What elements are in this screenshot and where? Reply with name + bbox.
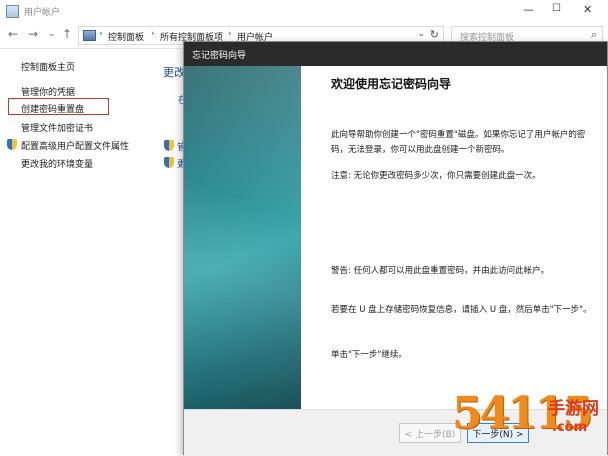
address-dropdown-icon[interactable]: ⌄ <box>417 29 425 39</box>
up-arrow-icon[interactable]: ↑ <box>62 27 72 41</box>
sidebar-item-environment-vars[interactable]: 更改我的环境变量 <box>21 157 93 170</box>
wizard-heading: 欢迎使用忘记密码向导 <box>331 77 452 91</box>
search-icon[interactable]: ⌕ <box>591 28 597 42</box>
forward-arrow-icon[interactable]: → <box>28 27 38 41</box>
uac-shield-icon <box>164 140 174 151</box>
site-watermark: 54115 手游网 .com <box>452 388 608 455</box>
control-panel-icon <box>6 5 19 18</box>
window-titlebar: 用户帐户 — ☐ ✕ <box>0 0 608 23</box>
watermark-site-name: 手游网 <box>548 399 599 419</box>
wizard-warning-text: 警告: 任何人都可以用此盘重置密码，并由此访问此帐户。 <box>331 266 550 276</box>
wizard-side-banner-sheen <box>184 66 301 409</box>
sidebar-item-control-panel-home[interactable]: 控制面板主页 <box>21 60 75 73</box>
uac-shield-icon <box>164 157 174 168</box>
refresh-icon[interactable]: ↻ <box>430 28 439 41</box>
watermark-url: .com <box>552 420 588 435</box>
wizard-continue-text: 单击"下一步"继续。 <box>331 350 407 360</box>
uac-shield-icon <box>7 139 17 150</box>
wizard-note-text: 注意: 无论你更改密码多少次，你只需要创建此盘一次。 <box>331 171 541 181</box>
wizard-intro-text: 此向导帮助你创建一个"密码重置"磁盘。如果你忘记了用户帐户的密码，无法登录，你可… <box>331 130 586 155</box>
wizard-title: 忘记密码向导 <box>192 51 247 61</box>
sidebar-item-manage-credentials[interactable]: 管理你的凭据 <box>21 85 75 98</box>
back-arrow-icon[interactable]: ← <box>8 27 18 41</box>
breadcrumb-separator: › <box>228 29 232 39</box>
breadcrumb-separator: › <box>99 29 103 39</box>
control-panel-icon <box>83 30 96 41</box>
breadcrumb-control-panel[interactable]: 控制面板 <box>108 30 144 43</box>
window-title: 用户帐户 <box>24 8 61 18</box>
sidebar-item-manage-certificates[interactable]: 管理文件加密证书 <box>21 121 93 134</box>
wizard-usb-text: 若要在 U 盘上存储密码恢复信息，请插入 U 盘，然后单击"下一步"。 <box>331 305 592 315</box>
minimize-button[interactable]: — <box>523 3 534 16</box>
breadcrumb-separator: › <box>151 29 155 39</box>
wizard-titlebar: 忘记密码向导 <box>184 42 607 66</box>
main-heading-fragment: 更改 <box>163 66 185 79</box>
sidebar-item-advanced-profile[interactable]: 配置高级用户配置文件属性 <box>21 139 129 152</box>
close-button[interactable]: ✕ <box>583 3 592 16</box>
sidebar-item-create-reset-disk[interactable]: 创建密码重置盘 <box>21 102 84 115</box>
maximize-button[interactable]: ☐ <box>552 3 561 14</box>
recent-dropdown-icon[interactable]: ⌄ <box>48 29 56 39</box>
